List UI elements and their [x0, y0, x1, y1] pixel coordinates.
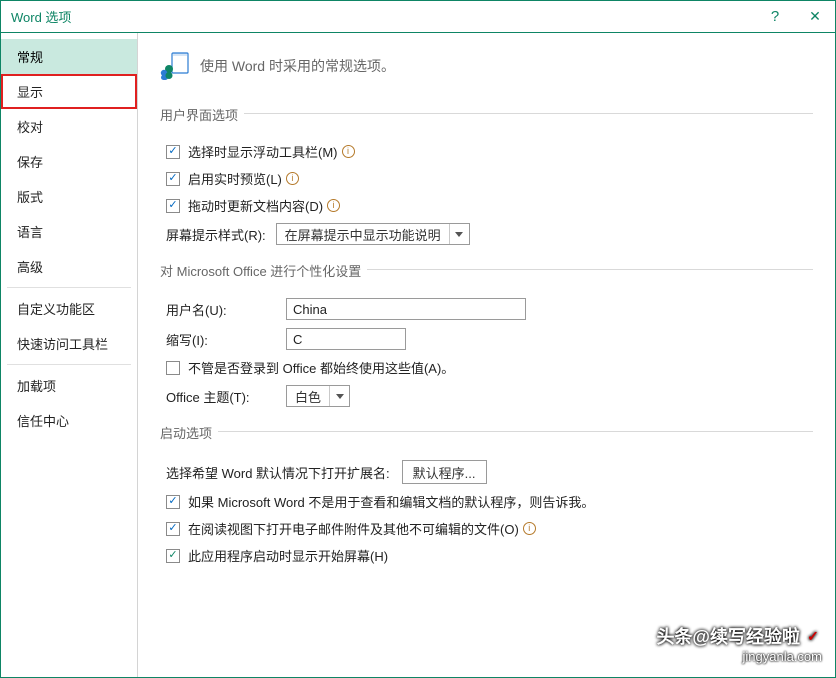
row-username: 用户名(U): [160, 298, 813, 320]
info-icon[interactable]: i [342, 145, 355, 158]
help-button[interactable]: ? [755, 1, 795, 32]
option-default-app-warn: ✓ 如果 Microsoft Word 不是用于查看和编辑文档的默认程序，则告诉… [160, 492, 813, 511]
label-always-use: 不管是否登录到 Office 都始终使用这些值(A)。 [188, 358, 454, 377]
input-initials[interactable] [286, 328, 406, 350]
label-default-ext: 选择希望 Word 默认情况下打开扩展名: [166, 463, 390, 482]
general-options-icon [160, 51, 190, 81]
label-initials: 缩写(I): [166, 330, 286, 349]
label-screentip-style: 屏幕提示样式(R): [166, 225, 266, 244]
close-button[interactable]: ✕ [795, 1, 835, 32]
checkbox-live-preview[interactable]: ✓ [166, 172, 180, 186]
content-pane: 使用 Word 时采用的常规选项。 用户界面选项 ✓ 选择时显示浮动工具栏(M)… [138, 33, 835, 677]
divider [367, 269, 813, 270]
sidebar: 常规 显示 校对 保存 版式 语言 高级 自定义功能区 快速访问工具栏 加载项 … [1, 33, 138, 677]
label-live-preview: 启用实时预览(L) [188, 169, 282, 188]
row-default-ext: 选择希望 Word 默认情况下打开扩展名: 默认程序... [160, 460, 813, 484]
info-icon[interactable]: i [286, 172, 299, 185]
select-office-theme[interactable]: 白色 [286, 385, 350, 407]
sidebar-item-trust-center[interactable]: 信任中心 [1, 403, 137, 438]
sidebar-item-display[interactable]: 显示 [1, 74, 137, 109]
label-username: 用户名(U): [166, 300, 286, 319]
section-personalize: 对 Microsoft Office 进行个性化设置 [160, 255, 813, 284]
option-reading-view: ✓ 在阅读视图下打开电子邮件附件及其他不可编辑的文件(O) i [160, 519, 813, 538]
chevron-down-icon [329, 386, 349, 406]
row-screentip-style: 屏幕提示样式(R): 在屏幕提示中显示功能说明 [160, 223, 813, 245]
input-username[interactable] [286, 298, 526, 320]
select-value: 在屏幕提示中显示功能说明 [277, 225, 449, 244]
row-initials: 缩写(I): [160, 328, 813, 350]
options-dialog: Word 选项 ? ✕ 常规 显示 校对 保存 版式 语言 高级 自定义功能区 … [0, 0, 836, 678]
button-default-programs[interactable]: 默认程序... [402, 460, 487, 484]
label-office-theme: Office 主题(T): [166, 387, 286, 406]
sidebar-item-proofing[interactable]: 校对 [1, 109, 137, 144]
watermark-bottom: jingyanla.com [656, 649, 822, 664]
section-title: 对 Microsoft Office 进行个性化设置 [160, 261, 361, 280]
sidebar-item-quick-access[interactable]: 快速访问工具栏 [1, 326, 137, 361]
option-always-use: ✓ 不管是否登录到 Office 都始终使用这些值(A)。 [160, 358, 813, 377]
window-title: Word 选项 [11, 7, 71, 26]
info-icon[interactable]: i [327, 199, 340, 212]
dialog-body: 常规 显示 校对 保存 版式 语言 高级 自定义功能区 快速访问工具栏 加载项 … [1, 33, 835, 677]
label-start-screen: 此应用程序启动时显示开始屏幕(H) [188, 546, 388, 565]
checkbox-default-app-warn[interactable]: ✓ [166, 495, 180, 509]
sidebar-item-customize-ribbon[interactable]: 自定义功能区 [1, 291, 137, 326]
sidebar-item-general[interactable]: 常规 [1, 39, 137, 74]
titlebar-controls: ? ✕ [755, 1, 835, 32]
row-office-theme: Office 主题(T): 白色 [160, 385, 813, 407]
sidebar-separator [7, 364, 131, 365]
titlebar: Word 选项 ? ✕ [1, 1, 835, 33]
section-ui-options: 用户界面选项 [160, 99, 813, 128]
sidebar-item-save[interactable]: 保存 [1, 144, 137, 179]
checkbox-mini-toolbar[interactable]: ✓ [166, 145, 180, 159]
content-header-text: 使用 Word 时采用的常规选项。 [200, 56, 395, 76]
info-icon[interactable]: i [523, 522, 536, 535]
divider [218, 431, 813, 432]
option-start-screen: ✓ 此应用程序启动时显示开始屏幕(H) [160, 546, 813, 565]
select-screentip-style[interactable]: 在屏幕提示中显示功能说明 [276, 223, 470, 245]
sidebar-item-addins[interactable]: 加载项 [1, 368, 137, 403]
sidebar-item-language[interactable]: 语言 [1, 214, 137, 249]
section-startup: 启动选项 [160, 417, 813, 446]
section-title: 启动选项 [160, 423, 212, 442]
label-mini-toolbar: 选择时显示浮动工具栏(M) [188, 142, 338, 161]
label-default-app-warn: 如果 Microsoft Word 不是用于查看和编辑文档的默认程序，则告诉我。 [188, 492, 594, 511]
option-drag-update: ✓ 拖动时更新文档内容(D) i [160, 196, 813, 215]
option-mini-toolbar: ✓ 选择时显示浮动工具栏(M) i [160, 142, 813, 161]
checkbox-reading-view[interactable]: ✓ [166, 522, 180, 536]
select-value: 白色 [287, 387, 329, 406]
content-header: 使用 Word 时采用的常规选项。 [160, 51, 813, 81]
label-drag-update: 拖动时更新文档内容(D) [188, 196, 323, 215]
watermark-top: 头条@续写经验啦 ✓ [656, 623, 822, 649]
chevron-down-icon [449, 224, 469, 244]
checkbox-always-use[interactable]: ✓ [166, 361, 180, 375]
checkbox-start-screen[interactable]: ✓ [166, 549, 180, 563]
sidebar-separator [7, 287, 131, 288]
section-title: 用户界面选项 [160, 105, 238, 124]
label-reading-view: 在阅读视图下打开电子邮件附件及其他不可编辑的文件(O) [188, 519, 519, 538]
check-icon: ✓ [804, 627, 822, 645]
divider [244, 113, 813, 114]
checkbox-drag-update[interactable]: ✓ [166, 199, 180, 213]
option-live-preview: ✓ 启用实时预览(L) i [160, 169, 813, 188]
sidebar-item-layout[interactable]: 版式 [1, 179, 137, 214]
watermark: 头条@续写经验啦 ✓ jingyanla.com [656, 623, 822, 664]
sidebar-item-advanced[interactable]: 高级 [1, 249, 137, 284]
